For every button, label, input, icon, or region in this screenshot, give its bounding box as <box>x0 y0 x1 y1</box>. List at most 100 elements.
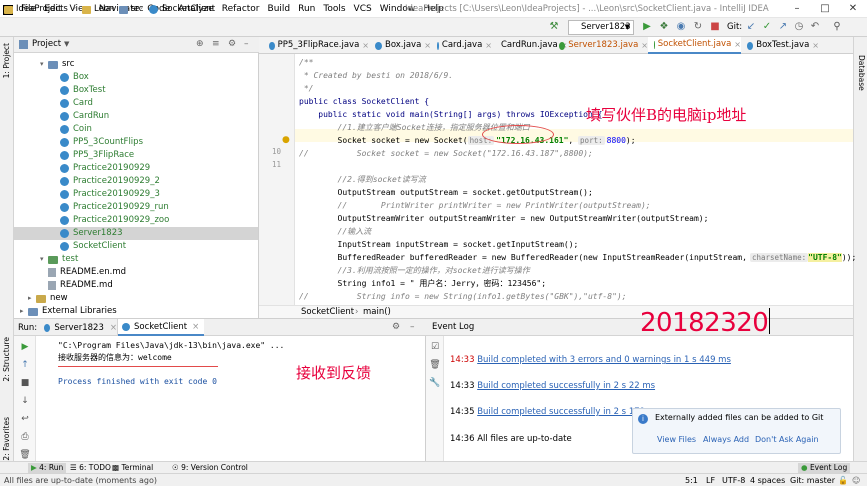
file-encoding[interactable]: UTF-8 <box>722 475 745 486</box>
run-tool-button[interactable]: ▶ 4: Run <box>28 463 67 473</box>
tree-item-class[interactable]: Box <box>14 71 258 84</box>
editor-tab[interactable]: SocketClient.java × <box>648 37 741 54</box>
tree-item-class[interactable]: PP5_3FlipRace <box>14 149 258 162</box>
breadcrumb-idea-projects[interactable]: IdeaProjects <box>4 3 68 16</box>
profile-icon[interactable]: ↻ <box>692 21 704 33</box>
tree-item[interactable]: README.md <box>14 279 258 292</box>
tree-item-class[interactable]: PP5_3CountFlips <box>14 136 258 149</box>
editor-tab[interactable]: Server1823.java × <box>553 37 648 54</box>
database-tool-tab[interactable]: Database <box>857 55 866 91</box>
indent-setting[interactable]: 4 spaces <box>750 475 785 486</box>
event-link[interactable]: Build completed successfully in 2 s 22 m… <box>477 381 655 391</box>
run-icon[interactable]: ▶ <box>641 21 653 33</box>
gear-icon[interactable]: ⚙ <box>392 322 400 332</box>
always-add-link[interactable]: Always Add <box>703 435 749 444</box>
coverage-icon[interactable]: ◉ <box>675 21 687 33</box>
chevron-down-icon[interactable]: ▾ <box>40 253 48 266</box>
up-arrow-icon[interactable]: ↑ <box>19 359 31 371</box>
chevron-down-icon[interactable]: ▼ <box>64 40 69 48</box>
editor-tab[interactable]: PP5_3FlipRace.java × <box>263 37 369 54</box>
project-panel-title[interactable]: Project <box>32 39 61 49</box>
intention-bulb-icon[interactable]: ● <box>282 135 290 145</box>
wrench-icon[interactable]: 🔧 <box>429 377 441 389</box>
debug-icon[interactable]: ❖ <box>658 21 670 33</box>
minimize-button[interactable]: – <box>783 0 811 18</box>
breadcrumb-socketclient[interactable]: SocketClient <box>149 3 215 16</box>
lock-icon[interactable]: 🔓 <box>838 475 848 486</box>
event-link[interactable]: Build completed with 3 errors and 0 warn… <box>477 355 731 365</box>
tree-item[interactable]: ▸ External Libraries <box>14 305 258 318</box>
menu-vcs[interactable]: VCS <box>350 4 376 14</box>
git-commit-icon[interactable]: ✓ <box>761 21 773 33</box>
locate-icon[interactable]: ⊕ <box>196 39 204 49</box>
caret-position[interactable]: 5:1 <box>685 475 698 486</box>
close-tab-icon[interactable]: × <box>110 323 117 333</box>
tree-item[interactable]: ▾ src <box>14 58 258 71</box>
run-tab-socketclient[interactable]: SocketClient × <box>118 319 204 336</box>
chevron-right-icon[interactable]: ▸ <box>20 305 28 318</box>
run-configuration-select[interactable]: Server1823 ▼ <box>568 20 634 35</box>
close-tab-icon[interactable]: × <box>485 37 492 54</box>
menu-refactor[interactable]: Refactor <box>218 4 264 14</box>
tree-item[interactable]: README.en.md <box>14 266 258 279</box>
menu-build[interactable]: Build <box>264 4 295 14</box>
editor-tab[interactable]: CardRun.java× <box>492 37 567 54</box>
stop-icon[interactable]: ■ <box>19 377 31 389</box>
gear-icon[interactable]: ⚙ <box>228 39 236 49</box>
close-tab-icon[interactable]: × <box>734 36 741 53</box>
close-tab-icon[interactable]: × <box>424 37 431 54</box>
wrap-icon[interactable]: ↩ <box>19 413 31 425</box>
down-arrow-icon[interactable]: ↓ <box>19 395 31 407</box>
editor-tab[interactable]: BoxTest.java × <box>741 37 819 54</box>
editor-tab[interactable]: Box.java × <box>369 37 431 54</box>
trash-icon[interactable]: 🗑 <box>19 449 31 461</box>
tree-item-class[interactable]: Server1823 <box>14 227 258 240</box>
tree-item-class[interactable]: Practice20190929_zoo <box>14 214 258 227</box>
event-log-button[interactable]: ● Event Log <box>798 463 851 473</box>
tree-item-class[interactable]: Practice20190929_run <box>14 201 258 214</box>
tree-item-class[interactable]: CardRun <box>14 110 258 123</box>
git-branch[interactable]: Git: master <box>790 475 835 486</box>
project-tool-tab[interactable]: 1: Project <box>2 43 11 78</box>
tree-item[interactable]: ▾ test <box>14 253 258 266</box>
tree-item-class[interactable]: Practice20190929 <box>14 162 258 175</box>
tree-item-class[interactable]: BoxTest <box>14 84 258 97</box>
check-icon[interactable]: ☑ <box>429 341 441 353</box>
stop-icon[interactable]: ■ <box>709 21 721 33</box>
history-icon[interactable]: ◷ <box>793 21 805 33</box>
menu-run[interactable]: Run <box>294 4 319 14</box>
git-update-icon[interactable]: ↙ <box>745 21 757 33</box>
tree-item-class[interactable]: SocketClient <box>14 240 258 253</box>
dont-ask-again-link[interactable]: Don't Ask Again <box>755 435 819 444</box>
tree-item-class[interactable]: Card <box>14 97 258 110</box>
todo-tool-button[interactable]: ☰ 6: TODO <box>70 463 111 473</box>
run-tab-server1823[interactable]: Server1823 × <box>40 319 118 336</box>
editor-tab[interactable]: Card.java × <box>431 37 492 54</box>
close-tab-icon[interactable]: × <box>812 37 819 54</box>
build-hammer-icon[interactable]: ⚒ <box>548 21 560 33</box>
tree-item-class[interactable]: Coin <box>14 123 258 136</box>
version-control-tool-button[interactable]: ☉ 9: Version Control <box>172 463 248 473</box>
rerun-icon[interactable]: ▶ <box>19 341 31 353</box>
rollback-icon[interactable]: ↶ <box>809 21 821 33</box>
chevron-down-icon[interactable]: ▾ <box>40 58 48 71</box>
favorites-tool-tab[interactable]: 2: Favorites <box>2 417 11 461</box>
hide-icon[interactable]: – <box>244 39 249 49</box>
chevron-right-icon[interactable]: ▸ <box>28 292 36 305</box>
structure-tool-tab[interactable]: 2: Structure <box>2 337 11 382</box>
notifications-icon[interactable]: ☺ <box>852 475 860 486</box>
tree-item-class[interactable]: Practice20190929_3 <box>14 188 258 201</box>
terminal-tool-button[interactable]: ▩ Terminal <box>112 463 153 473</box>
tree-item[interactable]: ▸ new <box>14 292 258 305</box>
hide-icon[interactable]: – <box>410 322 415 332</box>
close-tab-icon[interactable]: × <box>362 37 369 54</box>
maximize-button[interactable]: □ <box>811 0 839 18</box>
tree-item-class[interactable]: Practice20190929_2 <box>14 175 258 188</box>
menu-tools[interactable]: Tools <box>319 4 349 14</box>
git-push-icon[interactable]: ↗ <box>777 21 789 33</box>
close-tab-icon[interactable]: × <box>641 37 648 54</box>
trash-icon[interactable]: 🗑 <box>429 359 441 371</box>
collapse-icon[interactable]: ≡ <box>212 39 220 49</box>
search-icon[interactable]: ⚲ <box>831 21 843 33</box>
close-button[interactable]: ✕ <box>839 0 867 18</box>
